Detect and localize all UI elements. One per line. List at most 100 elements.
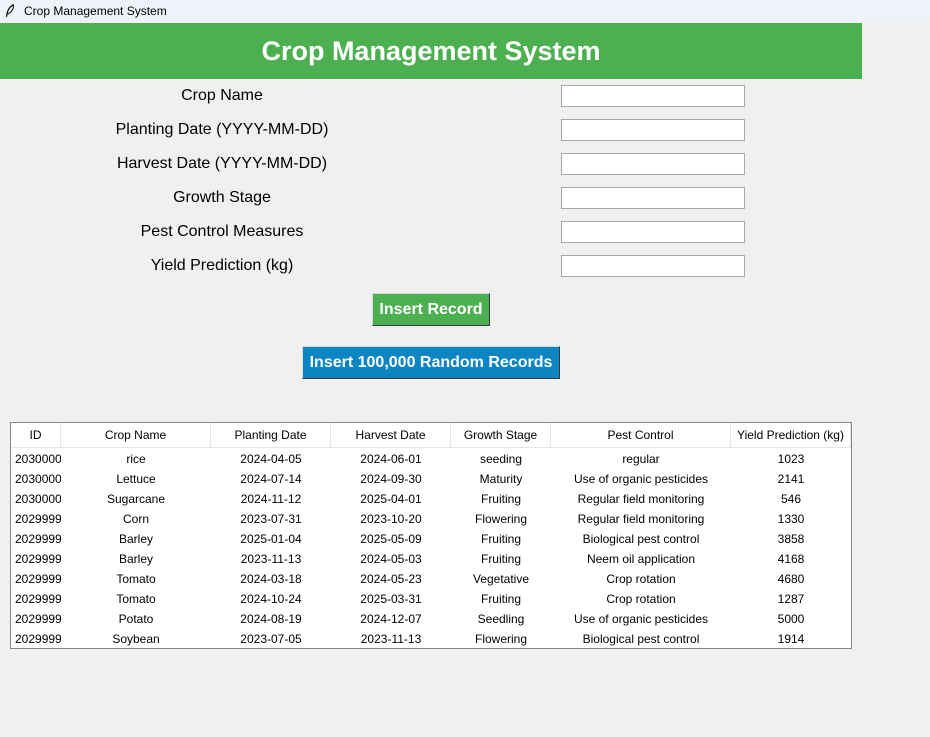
cell-id: 2029999	[15, 532, 61, 546]
crop-name-label: Crop Name	[181, 87, 263, 104]
cell-yield-prediction: 546	[780, 492, 802, 506]
cell-planting-date: 2023-07-05	[240, 632, 302, 646]
cell-planting-date: 2024-07-14	[240, 472, 302, 486]
table-row[interactable]: 2029999 Corn 2023-07-31 2023-10-20 Flowe…	[11, 509, 851, 529]
cell-growth-stage: seeding	[479, 452, 523, 466]
cell-yield-prediction: 1330	[777, 512, 805, 526]
window-title: Crop Management System	[24, 4, 167, 18]
harvest-date-input[interactable]	[561, 153, 745, 175]
cell-growth-stage: Fruiting	[480, 492, 521, 506]
cell-yield-prediction: 2141	[777, 472, 805, 486]
cell-harvest-date: 2025-05-09	[360, 532, 422, 546]
cell-id: 2030000	[15, 492, 61, 506]
column-header-growth-stage[interactable]: Growth Stage	[451, 423, 551, 447]
column-header-planting-date[interactable]: Planting Date	[211, 423, 331, 447]
planting-date-input[interactable]	[561, 119, 745, 141]
column-header-pest-control[interactable]: Pest Control	[551, 423, 731, 447]
window-titlebar: Crop Management System	[0, 0, 930, 22]
feather-icon	[5, 4, 15, 18]
cell-planting-date: 2023-07-31	[240, 512, 302, 526]
app-header: Crop Management System	[0, 23, 862, 79]
yield-prediction-input[interactable]	[561, 255, 745, 277]
crop-name-input[interactable]	[561, 85, 745, 107]
cell-growth-stage: Flowering	[474, 512, 528, 526]
cell-pest-control: Biological pest control	[582, 532, 700, 546]
cell-yield-prediction: 4680	[777, 572, 805, 586]
column-header-id[interactable]: ID	[11, 423, 61, 447]
cell-yield-prediction: 5000	[777, 612, 805, 626]
cell-growth-stage: Seedling	[477, 612, 525, 626]
column-header-yield-prediction[interactable]: Yield Prediction (kg)	[731, 423, 851, 447]
page-title: Crop Management System	[261, 35, 601, 66]
cell-planting-date: 2024-10-24	[240, 592, 302, 606]
cell-crop-name: Barley	[118, 552, 153, 566]
cell-id: 2029999	[15, 632, 61, 646]
insert-random-records-button[interactable]: Insert 100,000 Random Records	[302, 346, 560, 379]
table-row[interactable]: 2029999 Soybean 2023-07-05 2023-11-13 Fl…	[11, 629, 851, 649]
cell-growth-stage: Fruiting	[480, 552, 521, 566]
table-row[interactable]: 2029999 Tomato 2024-10-24 2025-03-31 Fru…	[11, 589, 851, 609]
cell-crop-name: Potato	[118, 612, 154, 626]
cell-crop-name: Tomato	[116, 572, 156, 586]
cell-growth-stage: Flowering	[474, 632, 528, 646]
records-table[interactable]: ID Crop Name Planting Date Harvest Date …	[10, 422, 852, 649]
cell-id: 2030000	[15, 452, 61, 466]
cell-crop-name: Lettuce	[116, 472, 156, 486]
cell-growth-stage: Fruiting	[480, 532, 521, 546]
cell-yield-prediction: 1023	[777, 452, 805, 466]
cell-id: 2029999	[15, 612, 61, 626]
cell-id: 2029999	[15, 592, 61, 606]
cell-crop-name: rice	[126, 452, 146, 466]
cell-harvest-date: 2024-05-03	[360, 552, 422, 566]
cell-crop-name: Tomato	[116, 592, 156, 606]
table-row[interactable]: 2029999 Barley 2025-01-04 2025-05-09 Fru…	[11, 529, 851, 549]
cell-harvest-date: 2023-10-20	[360, 512, 422, 526]
cell-yield-prediction: 1287	[777, 592, 805, 606]
growth-stage-label: Growth Stage	[173, 189, 271, 206]
table-body: 2030000 rice 2024-04-05 2024-06-01 seedi…	[11, 448, 851, 649]
yield-prediction-label: Yield Prediction (kg)	[150, 257, 294, 274]
cell-pest-control: Use of organic pesticides	[573, 472, 709, 486]
cell-yield-prediction: 3858	[777, 532, 805, 546]
cell-yield-prediction: 4168	[777, 552, 805, 566]
cell-pest-control: Regular field monitoring	[577, 492, 705, 506]
cell-crop-name: Sugarcane	[106, 492, 166, 506]
column-header-harvest-date[interactable]: Harvest Date	[331, 423, 451, 447]
cell-crop-name: Barley	[118, 532, 153, 546]
table-row[interactable]: 2030000 Lettuce 2024-07-14 2024-09-30 Ma…	[11, 469, 851, 489]
cell-id: 2029999	[15, 572, 61, 586]
cell-pest-control: Neem oil application	[586, 552, 696, 566]
cell-pest-control: Biological pest control	[582, 632, 700, 646]
cell-planting-date: 2025-01-04	[240, 532, 302, 546]
table-row[interactable]: 2029999 Potato 2024-08-19 2024-12-07 See…	[11, 609, 851, 629]
cell-harvest-date: 2023-11-13	[360, 632, 422, 646]
cell-crop-name: Corn	[122, 512, 149, 526]
table-row[interactable]: 2030000 rice 2024-04-05 2024-06-01 seedi…	[11, 449, 851, 469]
planting-date-label: Planting Date (YYYY-MM-DD)	[115, 121, 329, 138]
growth-stage-input[interactable]	[561, 187, 745, 209]
cell-growth-stage: Vegetative	[472, 572, 530, 586]
insert-record-label: Insert Record	[379, 300, 483, 318]
cell-planting-date: 2024-11-12	[240, 492, 302, 506]
harvest-date-label: Harvest Date (YYYY-MM-DD)	[116, 155, 328, 172]
cell-harvest-date: 2024-09-30	[360, 472, 422, 486]
pest-control-label: Pest Control Measures	[140, 223, 304, 240]
cell-harvest-date: 2025-03-31	[360, 592, 422, 606]
table-row[interactable]: 2029999 Tomato 2024-03-18 2024-05-23 Veg…	[11, 569, 851, 589]
cell-growth-stage: Fruiting	[480, 592, 521, 606]
table-row[interactable]: 2030000 Sugarcane 2024-11-12 2025-04-01 …	[11, 489, 851, 509]
table-row[interactable]: 2029999 Barley 2023-11-13 2024-05-03 Fru…	[11, 549, 851, 569]
cell-pest-control: Crop rotation	[606, 592, 676, 606]
cell-crop-name: Soybean	[112, 632, 160, 646]
cell-harvest-date: 2024-06-01	[360, 452, 422, 466]
column-header-crop-name[interactable]: Crop Name	[61, 423, 211, 447]
cell-planting-date: 2024-04-05	[240, 452, 302, 466]
insert-record-button[interactable]: Insert Record	[372, 293, 490, 326]
cell-pest-control: Regular field monitoring	[577, 512, 705, 526]
cell-pest-control: Crop rotation	[606, 572, 676, 586]
pest-control-input[interactable]	[561, 221, 745, 243]
cell-planting-date: 2024-03-18	[240, 572, 302, 586]
cell-planting-date: 2024-08-19	[240, 612, 302, 626]
cell-id: 2029999	[15, 512, 61, 526]
cell-harvest-date: 2025-04-01	[360, 492, 422, 506]
